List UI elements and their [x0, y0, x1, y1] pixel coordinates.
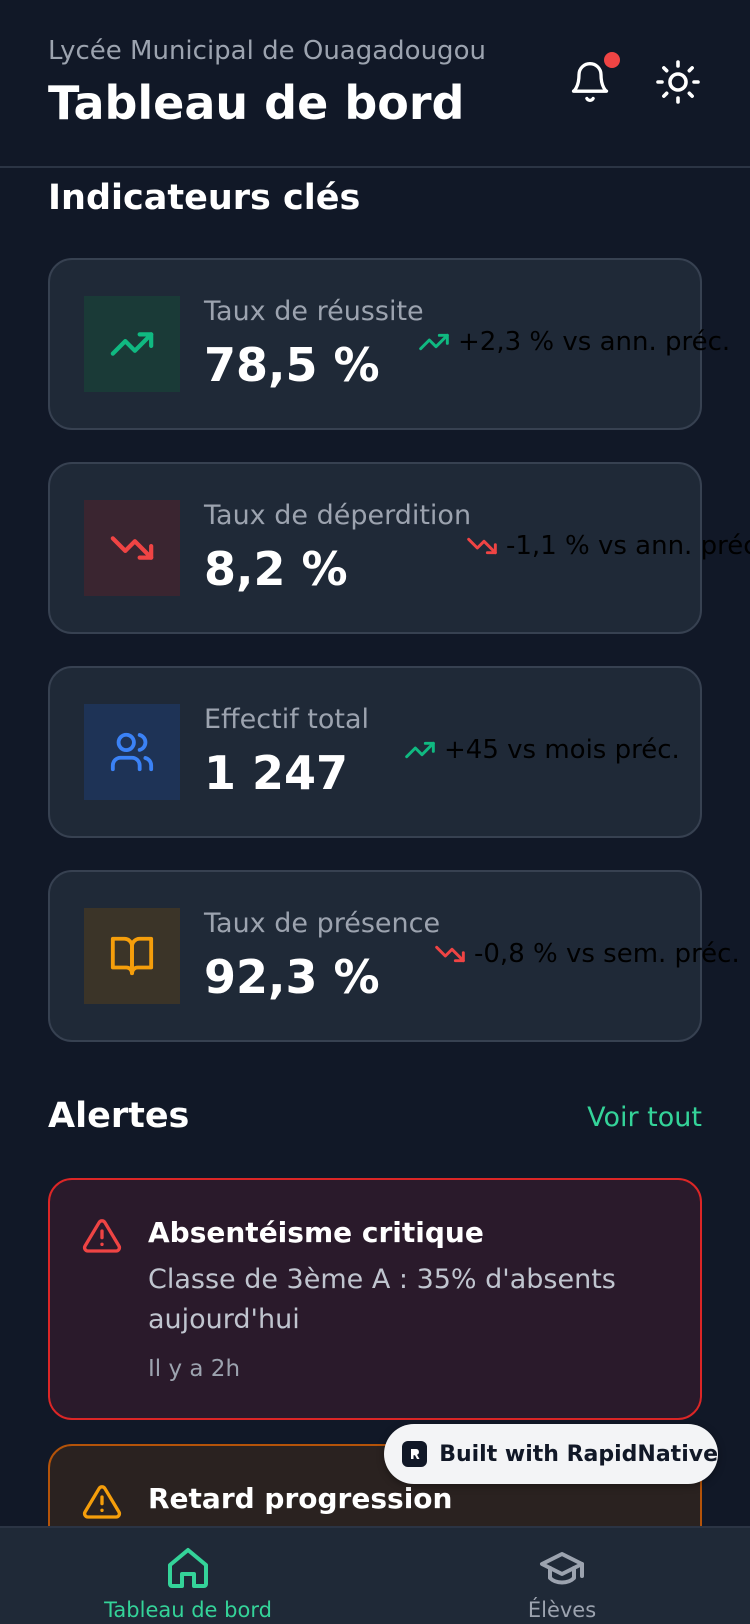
alert-timestamp: Il y a 2h [148, 1356, 241, 1382]
kpi-trend-text: +2,3 % vs ann. préc. [458, 327, 731, 357]
kpi-label: Effectif total [204, 704, 370, 735]
bottom-navigation: Tableau de bord Élèves [0, 1526, 750, 1624]
trending-up-icon [405, 741, 435, 759]
kpi-icon-box [84, 704, 180, 800]
notifications-button[interactable] [560, 52, 620, 112]
alert-title: Retard progression [148, 1482, 453, 1515]
theme-toggle-button[interactable] [648, 52, 708, 112]
trending-down-icon [435, 945, 465, 963]
kpi-card-total-enrollment[interactable]: Effectif total 1 247 +45 vs mois préc. [48, 666, 702, 838]
alerts-section-title: Alertes [48, 1096, 190, 1136]
book-open-icon [110, 936, 154, 976]
alert-description: Classe de 3ème A : 35% d'absents aujourd… [148, 1264, 616, 1335]
kpi-card-attendance-rate[interactable]: Taux de présence 92,3 % -0,8 % vs sem. p… [48, 870, 740, 1042]
app-root: Lycée Municipal de Ouagadougou Tableau d… [0, 0, 750, 1624]
nav-label: Élèves [527, 1598, 597, 1622]
kpi-label: Taux de présence [204, 908, 441, 939]
nav-item-dashboard[interactable]: Tableau de bord [68, 1528, 308, 1624]
alert-triangle-icon [82, 1485, 122, 1519]
rapidnative-logo-icon [402, 1441, 428, 1467]
trending-up-icon [110, 332, 154, 356]
nav-item-students[interactable]: Élèves [442, 1528, 682, 1624]
page-title: Tableau de bord [48, 76, 465, 130]
kpi-trend-text: -0,8 % vs sem. préc. [474, 939, 740, 969]
trending-down-icon [110, 536, 154, 560]
kpi-trend: +45 vs mois préc. [404, 734, 680, 766]
header: Lycée Municipal de Ouagadougou Tableau d… [0, 0, 750, 168]
alert-card-critical[interactable]: Absentéisme critique Classe de 3ème A : … [48, 1178, 702, 1420]
see-all-alerts-link[interactable]: Voir tout [587, 1102, 702, 1133]
trending-down-icon [467, 537, 497, 555]
alert-triangle-icon [82, 1219, 122, 1253]
badge-label: Built with RapidNative [439, 1441, 718, 1467]
kpi-card-dropout-rate[interactable]: Taux de déperdition 8,2 % -1,1 % vs ann.… [48, 462, 750, 634]
kpi-trend: +2,3 % vs ann. préc. [418, 326, 730, 358]
home-icon [168, 1548, 208, 1588]
notification-dot [604, 52, 620, 68]
kpi-icon-box [84, 296, 180, 392]
kpi-trend: -0,8 % vs sem. préc. [434, 938, 740, 970]
alert-title: Absentéisme critique [148, 1216, 484, 1249]
kpi-card-success-rate[interactable]: Taux de réussite 78,5 % +2,3 % vs ann. p… [48, 258, 730, 430]
nav-label: Tableau de bord [104, 1598, 272, 1622]
kpi-label: Taux de réussite [204, 296, 424, 327]
kpi-trend: -1,1 % vs ann. préc. [466, 530, 750, 562]
kpi-value: 8,2 % [204, 542, 348, 596]
kpi-section-title: Indicateurs clés [48, 178, 361, 218]
kpi-trend-text: -1,1 % vs ann. préc. [506, 531, 750, 561]
graduation-cap-icon [540, 1552, 584, 1585]
trending-up-icon [419, 333, 449, 351]
users-icon [110, 732, 154, 772]
kpi-value: 78,5 % [204, 338, 380, 392]
school-name: Lycée Municipal de Ouagadougou [48, 36, 486, 66]
kpi-label: Taux de déperdition [204, 500, 472, 531]
kpi-icon-box [84, 500, 180, 596]
sun-icon [656, 60, 700, 104]
kpi-trend-text: +45 vs mois préc. [444, 735, 680, 765]
kpi-icon-box [84, 908, 180, 1004]
kpi-value: 1 247 [204, 746, 349, 800]
kpi-value: 92,3 % [204, 950, 380, 1004]
built-with-badge[interactable]: Built with RapidNative [384, 1424, 718, 1484]
